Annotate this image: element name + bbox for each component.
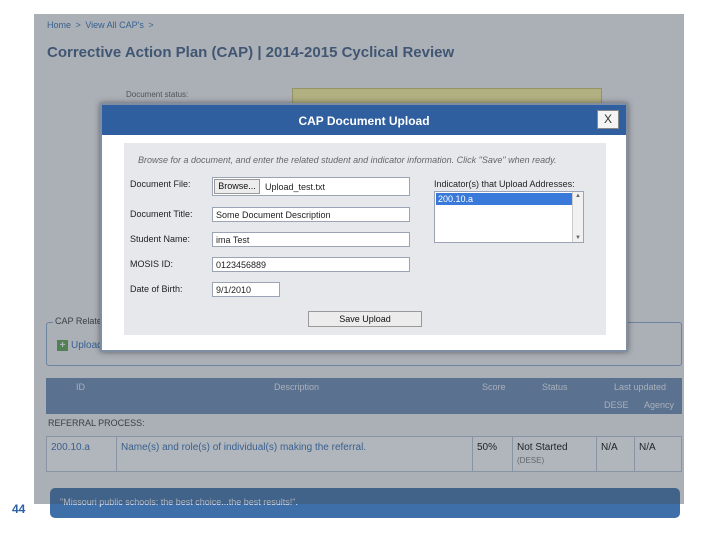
instruction-text: Browse for a document, and enter the rel… (138, 155, 557, 165)
slide-number: 44 (12, 502, 26, 516)
cap-document-upload-dialog: CAP Document Upload X Browse for a docum… (100, 103, 628, 352)
indicators-scrollbar[interactable]: ▲ ▼ (572, 192, 583, 242)
close-button[interactable]: X (597, 110, 619, 129)
document-title-label: Document Title: (130, 209, 193, 219)
file-name: Upload_test.txt (265, 182, 326, 192)
date-of-birth-label: Date of Birth: (130, 284, 183, 294)
dialog-header: CAP Document Upload X (102, 105, 626, 135)
indicators-label: Indicator(s) that Upload Addresses: (434, 179, 575, 189)
dialog-body: Browse for a document, and enter the rel… (124, 143, 606, 335)
dialog-title: CAP Document Upload (298, 114, 430, 128)
browse-button[interactable]: Browse... (214, 179, 260, 194)
scroll-up-icon[interactable]: ▲ (573, 193, 583, 199)
document-title-input[interactable]: Some Document Description (212, 207, 410, 222)
scroll-down-icon[interactable]: ▼ (573, 235, 583, 241)
indicator-option[interactable]: 200.10.a (436, 193, 572, 205)
document-file-label: Document File: (130, 179, 191, 189)
save-upload-button[interactable]: Save Upload (308, 311, 422, 327)
mosis-id-label: MOSIS ID: (130, 259, 174, 269)
student-name-input[interactable]: ima Test (212, 232, 410, 247)
mosis-id-input[interactable]: 0123456889 (212, 257, 410, 272)
indicators-listbox[interactable]: 200.10.a ▲ ▼ (434, 191, 584, 243)
date-of-birth-input[interactable]: 9/1/2010 (212, 282, 280, 297)
student-name-label: Student Name: (130, 234, 191, 244)
